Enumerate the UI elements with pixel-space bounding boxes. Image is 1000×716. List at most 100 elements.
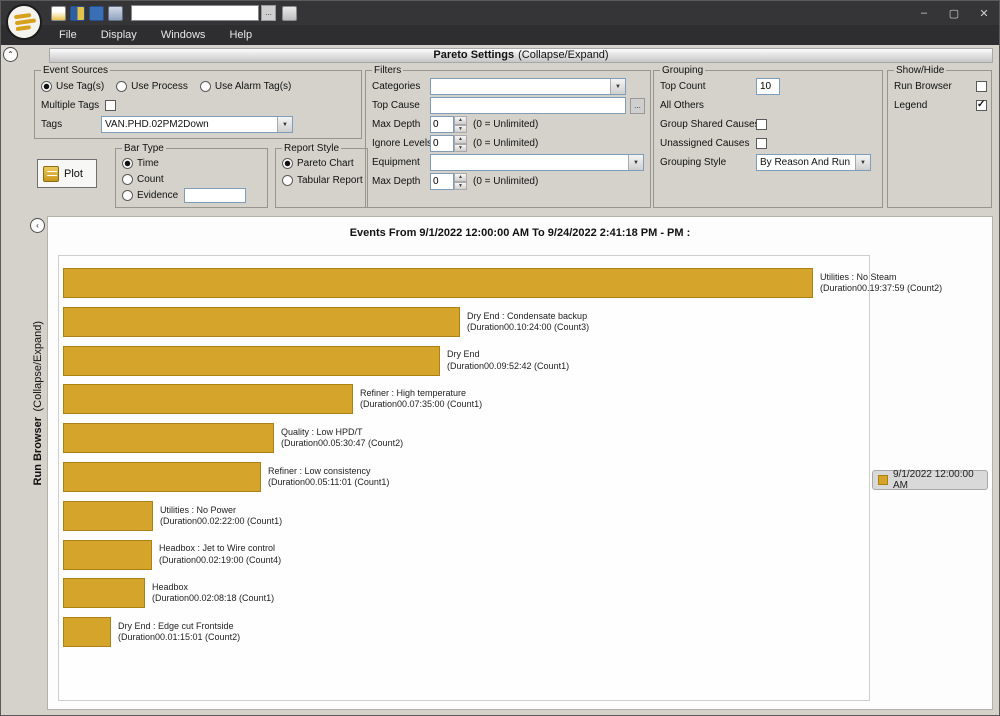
- run-browser-toggle-label: Run Browser: [894, 81, 952, 92]
- categories-label: Categories: [372, 81, 430, 92]
- chevron-left-icon: ‹: [36, 221, 39, 230]
- bar-type-evidence-radio[interactable]: Evidence: [122, 190, 178, 201]
- top-cause-label: Top Cause: [372, 100, 430, 111]
- bar-label: Headbox(Duration00.02:08:18 (Count1): [152, 582, 274, 605]
- top-count-label: Top Count: [660, 81, 756, 92]
- bar-row: Dry End(Duration00.09:52:42 (Count1): [63, 346, 569, 376]
- event-sources-legend: Event Sources: [41, 65, 110, 76]
- ignore-levels-spinner[interactable]: ▲▼: [430, 135, 467, 152]
- title-bar: ... – ▢ ✕: [1, 1, 999, 25]
- evidence-input[interactable]: [184, 188, 246, 203]
- group-shared-causes-label: Group Shared Causes: [660, 119, 756, 130]
- unassigned-causes-label: Unassigned Causes: [660, 138, 756, 149]
- bar-label: Dry End : Condensate backup(Duration00.1…: [467, 311, 589, 334]
- use-alarm-tags-label: Use Alarm Tag(s): [215, 81, 292, 92]
- tags-dropdown[interactable]: VAN.PHD.02PM2Down ▼: [101, 116, 293, 133]
- pareto-bar[interactable]: [63, 384, 353, 414]
- equipment-max-depth-spinner[interactable]: ▲▼: [430, 173, 467, 190]
- close-button[interactable]: ✕: [969, 1, 999, 25]
- ignore-levels-label: Ignore Levels: [372, 138, 430, 149]
- spin-down-icon[interactable]: ▼: [454, 144, 467, 153]
- bar-row: Quality : Low HPD/T(Duration00.05:30:47 …: [63, 423, 403, 453]
- export-icon[interactable]: [108, 6, 123, 21]
- use-tags-label: Use Tag(s): [56, 81, 104, 92]
- pareto-bar[interactable]: [63, 462, 261, 492]
- menu-windows[interactable]: Windows: [149, 26, 218, 44]
- use-alarm-tags-radio[interactable]: Use Alarm Tag(s): [200, 81, 292, 92]
- spin-down-icon[interactable]: ▼: [454, 125, 467, 134]
- pareto-chart-radio[interactable]: Pareto Chart: [282, 158, 354, 169]
- run-browser-strip[interactable]: Run Browser (Collapse/Expand): [29, 216, 47, 710]
- categories-dropdown[interactable]: ▼: [430, 78, 626, 95]
- bar-label: Utilities : No Steam(Duration00.19:37:59…: [820, 272, 942, 295]
- bar-type-time-radio[interactable]: Time: [122, 158, 159, 169]
- maximize-button[interactable]: ▢: [939, 1, 969, 25]
- collapse-settings-button[interactable]: ⌃: [3, 47, 18, 62]
- options-icon[interactable]: [282, 6, 297, 21]
- bar-type-evidence-label: Evidence: [137, 190, 178, 201]
- new-document-icon[interactable]: [51, 6, 66, 21]
- pareto-bar[interactable]: [63, 578, 145, 608]
- all-others-label: All Others: [660, 100, 756, 111]
- browse-button[interactable]: ...: [261, 5, 276, 21]
- spin-up-icon[interactable]: ▲: [454, 173, 467, 182]
- equipment-max-depth-input[interactable]: [430, 173, 454, 190]
- grouping-legend: Grouping: [660, 65, 705, 76]
- menu-display[interactable]: Display: [89, 26, 149, 44]
- pareto-bar[interactable]: [63, 268, 813, 298]
- pareto-bar[interactable]: [63, 617, 111, 647]
- legend-checkbox[interactable]: [976, 100, 987, 111]
- multiple-tags-checkbox[interactable]: [105, 100, 116, 111]
- save-icon[interactable]: [89, 6, 104, 21]
- tags-dropdown-value: VAN.PHD.02PM2Down: [105, 119, 209, 130]
- max-depth-input[interactable]: [430, 116, 454, 133]
- quick-search-input[interactable]: [131, 5, 259, 21]
- chart-legend[interactable]: 9/1/2022 12:00:00 AM: [872, 470, 988, 490]
- menu-file[interactable]: File: [47, 26, 89, 44]
- max-depth-spinner[interactable]: ▲▼: [430, 116, 467, 133]
- expand-run-browser-button[interactable]: ‹: [30, 218, 45, 233]
- pareto-bar[interactable]: [63, 501, 153, 531]
- equipment-dropdown[interactable]: ▼: [430, 154, 644, 171]
- spin-up-icon[interactable]: ▲: [454, 135, 467, 144]
- bar-row: Headbox : Jet to Wire control(Duration00…: [63, 540, 281, 570]
- plot-button[interactable]: Plot: [37, 159, 97, 188]
- spin-down-icon[interactable]: ▼: [454, 182, 467, 191]
- plot-button-label: Plot: [64, 168, 83, 180]
- pareto-bar[interactable]: [63, 540, 152, 570]
- unassigned-causes-checkbox[interactable]: [756, 138, 767, 149]
- grouping-style-dropdown[interactable]: By Reason And Run ▼: [756, 154, 871, 171]
- max-depth-hint: (0 = Unlimited): [473, 119, 538, 130]
- report-style-legend: Report Style: [282, 143, 341, 154]
- bar-row: Utilities : No Power(Duration00.02:22:00…: [63, 501, 282, 531]
- equipment-max-depth-label: Max Depth: [372, 176, 430, 187]
- pareto-bar[interactable]: [63, 346, 440, 376]
- group-shared-causes-checkbox[interactable]: [756, 119, 767, 130]
- spin-up-icon[interactable]: ▲: [454, 116, 467, 125]
- chevron-down-icon: ▼: [277, 117, 292, 132]
- ignore-levels-input[interactable]: [430, 135, 454, 152]
- grouping-style-dropdown-value: By Reason And Run: [760, 157, 850, 168]
- pareto-settings-panel: Event Sources Use Tag(s) Use Process Use…: [31, 65, 993, 212]
- equipment-max-depth-hint: (0 = Unlimited): [473, 176, 538, 187]
- pareto-bar[interactable]: [63, 307, 460, 337]
- top-cause-browse-button[interactable]: ...: [630, 98, 645, 114]
- pareto-settings-header[interactable]: Pareto Settings(Collapse/Expand): [49, 48, 993, 63]
- bar-type-count-radio[interactable]: Count: [122, 174, 164, 185]
- minimize-button[interactable]: –: [909, 1, 939, 25]
- tabular-report-radio[interactable]: Tabular Report: [282, 175, 363, 186]
- pareto-bar[interactable]: [63, 423, 274, 453]
- top-count-input[interactable]: [756, 78, 780, 95]
- ignore-levels-hint: (0 = Unlimited): [473, 138, 538, 149]
- bar-label: Refiner : Low consistency(Duration00.05:…: [268, 466, 389, 489]
- use-process-radio[interactable]: Use Process: [116, 81, 188, 92]
- run-browser-checkbox[interactable]: [976, 81, 987, 92]
- chart-title: Events From 9/1/2022 12:00:00 AM To 9/24…: [48, 227, 992, 239]
- pareto-settings-hint: (Collapse/Expand): [518, 49, 609, 61]
- use-tags-radio[interactable]: Use Tag(s): [41, 81, 104, 92]
- filters-legend: Filters: [372, 65, 403, 76]
- menu-help[interactable]: Help: [217, 26, 264, 44]
- display-icon[interactable]: [70, 6, 85, 21]
- top-cause-input[interactable]: [430, 97, 626, 114]
- plot-icon: [43, 166, 59, 182]
